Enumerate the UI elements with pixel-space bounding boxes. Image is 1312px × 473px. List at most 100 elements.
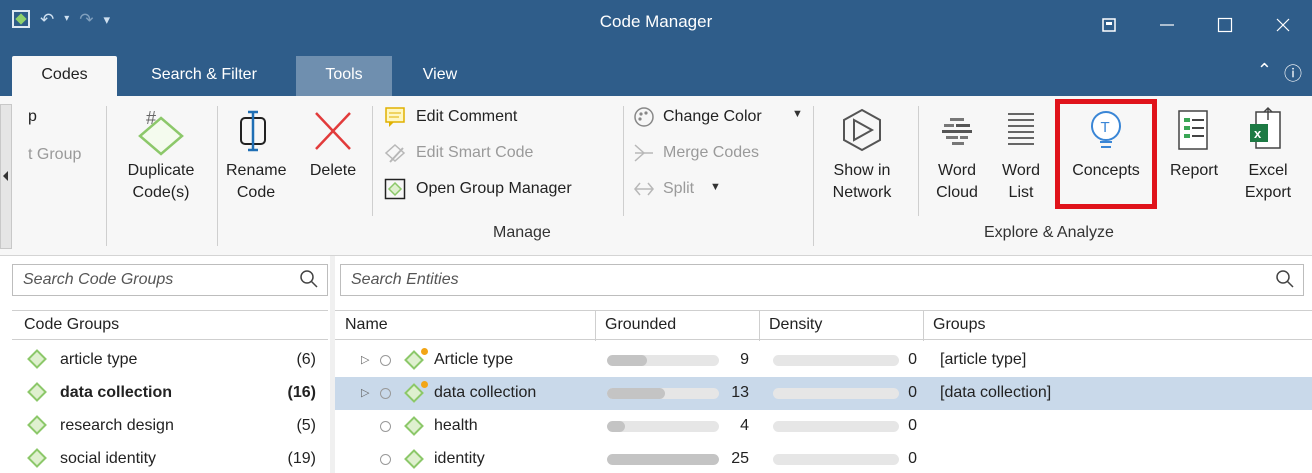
group-manager-icon (384, 178, 406, 200)
ribbon-scroll-left-button[interactable] (0, 104, 12, 249)
entity-name: health (434, 417, 478, 434)
ribbon-tab-row: Codes Search & Filter Tools View ⌃ ⓘ (0, 50, 1312, 96)
entity-groups: [data collection] (940, 384, 1052, 401)
grounded-bar (607, 388, 719, 399)
cut-off-label-1: p (28, 108, 37, 125)
code-group-name: article type (60, 351, 138, 368)
title-bar: ↶ ▾ ↷ ▾ Code Manager (0, 0, 1312, 50)
report-label: Report (1169, 162, 1219, 179)
word-list-label-1: Word (1002, 162, 1040, 179)
window-mode-icon (1102, 18, 1116, 32)
density-bar (773, 388, 899, 399)
minimize-button[interactable] (1138, 0, 1196, 50)
column-header-grounded[interactable]: Grounded (605, 316, 676, 334)
rename-label-2: Code (236, 184, 276, 201)
change-color-label: Change Color (663, 108, 762, 125)
entity-groups: [article type] (940, 351, 1027, 368)
help-icon[interactable]: ⓘ (1284, 60, 1302, 86)
search-icon[interactable] (1275, 269, 1295, 289)
density-bar (773, 454, 899, 465)
excel-export-label-2: Export (1244, 184, 1292, 201)
grounded-count: 4 (740, 417, 749, 434)
search-icon[interactable] (299, 269, 319, 289)
status-circle-icon (380, 454, 391, 465)
ribbon-separator (217, 106, 218, 246)
maximize-button[interactable] (1196, 0, 1254, 50)
entities-search[interactable]: Search Entities (340, 264, 1304, 296)
grounded-bar (607, 421, 719, 432)
column-header-name[interactable]: Name (345, 316, 388, 334)
entity-row[interactable]: health 4 0 (335, 410, 1312, 443)
tab-search-filter[interactable]: Search & Filter (130, 56, 278, 96)
grounded-bar-fill (607, 421, 625, 432)
excel-export-label-1: Excel (1248, 162, 1288, 179)
density-count: 0 (908, 351, 917, 368)
density-count: 0 (908, 417, 917, 434)
comment-icon (385, 107, 405, 127)
svg-text:x: x (1254, 126, 1262, 141)
concepts-highlight-box (1055, 99, 1157, 209)
report-icon (1178, 110, 1208, 150)
tab-view[interactable]: View (405, 56, 475, 96)
ribbon-separator (372, 106, 373, 216)
ribbon-separator (106, 106, 107, 246)
code-groups-header-label: Code Groups (24, 316, 120, 333)
code-group-name: social identity (60, 450, 157, 467)
column-divider[interactable] (923, 311, 924, 341)
grounded-bar-fill (607, 388, 665, 399)
code-group-row[interactable]: social identity (19) (0, 443, 330, 473)
grounded-count: 9 (740, 351, 749, 368)
palette-icon (634, 107, 654, 127)
code-group-icon (27, 349, 47, 369)
density-count: 0 (908, 450, 917, 467)
tab-tools[interactable]: Tools (296, 56, 392, 96)
grounded-count: 13 (731, 384, 749, 401)
word-list-icon (1008, 113, 1034, 145)
collapse-ribbon-icon[interactable]: ⌃ (1257, 60, 1272, 86)
delete-icon (315, 112, 351, 150)
duplicate-label-1: Duplicate (127, 162, 195, 179)
code-group-row[interactable]: research design (5) (0, 410, 330, 443)
column-header-density[interactable]: Density (769, 316, 822, 334)
change-color-dropdown-icon: ▼ (792, 108, 803, 120)
explore-analyze-group-label: Explore & Analyze (984, 224, 1114, 241)
close-button[interactable] (1254, 0, 1312, 50)
code-group-count: (16) (287, 384, 316, 401)
entities-header: Name Grounded Density Groups (335, 310, 1312, 341)
svg-text:#: # (146, 108, 156, 128)
entity-name: identity (434, 450, 485, 467)
entity-row[interactable]: ▷ data collection 13 0 [data collection] (335, 377, 1312, 410)
code-group-icon (27, 382, 47, 402)
grounded-bar-fill (607, 454, 719, 465)
code-groups-header[interactable]: Code Groups (12, 310, 328, 340)
rename-icon (240, 110, 266, 152)
cut-off-label-2: t Group (28, 146, 82, 163)
code-group-row[interactable]: article type (6) (0, 344, 330, 377)
column-divider[interactable] (759, 311, 760, 341)
split-dropdown-icon: ▼ (710, 181, 721, 193)
code-groups-search[interactable]: Search Code Groups (12, 264, 328, 296)
entity-row[interactable]: ▷ Article type 9 0 [article type] (335, 344, 1312, 377)
ribbon-separator (813, 106, 814, 246)
edit-smart-code-label: Edit Smart Code (416, 144, 534, 161)
expand-arrow-icon[interactable]: ▷ (361, 353, 369, 366)
word-cloud-label-1: Word (938, 162, 976, 179)
entity-name: Article type (434, 351, 514, 368)
code-group-icon (27, 448, 47, 468)
column-header-groups[interactable]: Groups (933, 316, 985, 334)
column-divider[interactable] (595, 311, 596, 341)
expand-arrow-icon[interactable]: ▷ (361, 386, 369, 399)
manage-group-label: Manage (493, 224, 551, 241)
code-group-count: (6) (296, 351, 316, 368)
edit-comment-label: Edit Comment (416, 108, 518, 125)
status-circle-icon (380, 388, 391, 399)
entity-row[interactable]: identity 25 0 (335, 443, 1312, 473)
word-cloud-label-2: Cloud (936, 184, 978, 201)
restore-mode-button[interactable] (1080, 0, 1138, 50)
code-group-row[interactable]: data collection (16) (0, 377, 330, 410)
rename-label-1: Rename (226, 162, 287, 179)
smart-code-icon (384, 143, 406, 163)
ribbon-separator (918, 106, 919, 216)
code-group-count: (19) (287, 450, 316, 467)
tab-codes[interactable]: Codes (12, 56, 117, 96)
